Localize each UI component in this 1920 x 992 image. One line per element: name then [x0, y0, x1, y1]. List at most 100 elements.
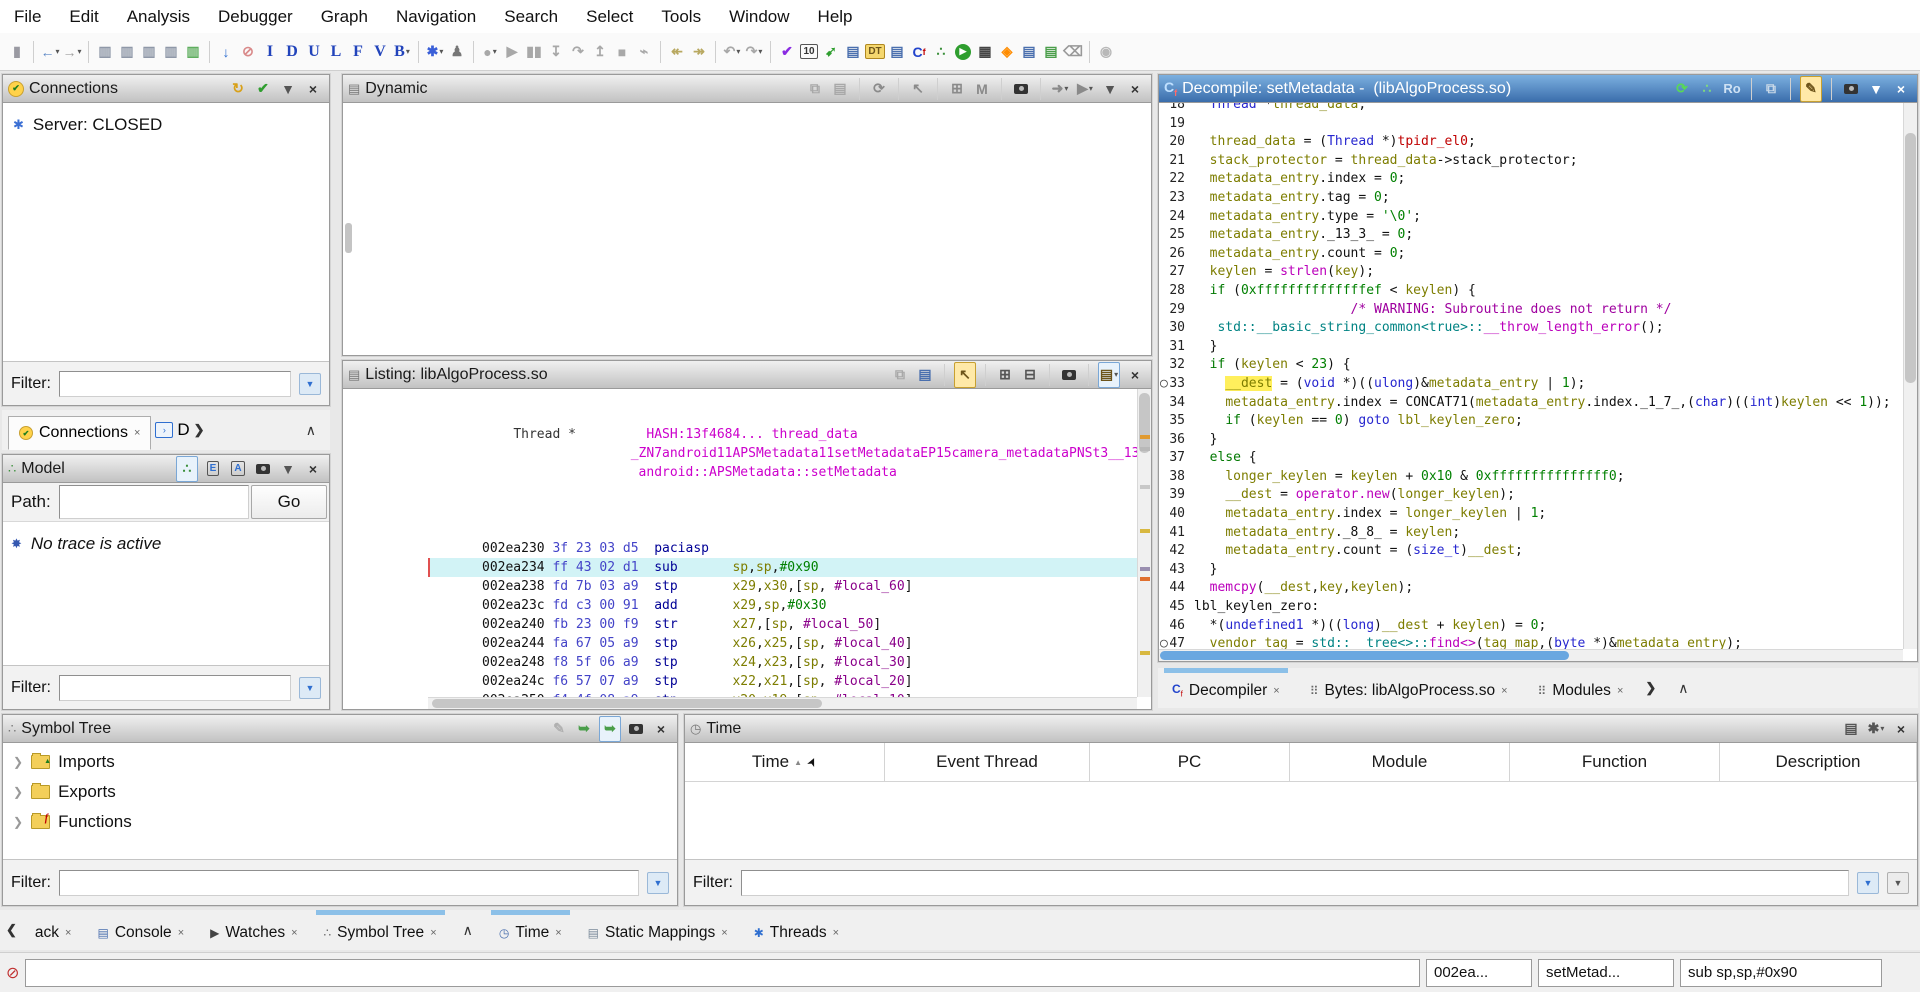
track-v-icon[interactable]: V	[370, 40, 390, 64]
decompile-line[interactable]: 27 keylen = strlen(key);	[1159, 263, 1903, 282]
graph-view-icon[interactable]: ∴	[1697, 77, 1717, 101]
listing-vscrollbar[interactable]	[1137, 389, 1151, 697]
camera-icon[interactable]	[1841, 77, 1861, 101]
emulate-forward-icon[interactable]: ↠	[689, 40, 709, 64]
collapse-icon[interactable]: ∧	[1670, 680, 1696, 697]
close-icon[interactable]: ×	[1125, 77, 1145, 101]
listing-hscrollbar-thumb[interactable]	[432, 699, 822, 708]
enum-table-icon[interactable]: ▤	[887, 40, 907, 64]
decompile-line[interactable]: 34 metadata_entry.index = CONCAT71(metad…	[1159, 394, 1903, 413]
decompile-line[interactable]: ○33 __dest = (void *)((ulong)&metadata_e…	[1159, 375, 1903, 394]
column-header-time[interactable]: Time▲➤	[685, 743, 885, 781]
menu-select[interactable]: Select	[572, 0, 647, 33]
decompile-line[interactable]: 31 }	[1159, 338, 1903, 357]
decompile-line[interactable]: 18 Thread *thread_data;	[1159, 103, 1903, 115]
decompile-line[interactable]: 23 metadata_entry.tag = 0;	[1159, 189, 1903, 208]
tab-modules[interactable]: ⠿Modules×	[1530, 668, 1632, 708]
listing-line[interactable]: 002ea230 3f 23 03 d5 paciasp	[428, 539, 1137, 558]
listing-line[interactable]: android::APSMetadata::setMetadata	[428, 463, 1137, 482]
panel-menu-icon[interactable]: ▼	[278, 457, 298, 481]
patch-binary-icon[interactable]: 10	[799, 40, 819, 64]
track-l-icon[interactable]: L	[326, 40, 346, 64]
model-filter-input[interactable]	[59, 675, 291, 701]
filter-column-icon[interactable]: ▼	[1887, 872, 1909, 894]
decompile-vscrollbar-thumb[interactable]	[1905, 133, 1916, 383]
connect-icon[interactable]: ✔	[253, 77, 273, 101]
listing-line[interactable]	[428, 501, 1137, 520]
scroll-tabs-left-icon[interactable]: ❮	[6, 922, 17, 938]
panel-menu-icon[interactable]: ▼	[1100, 77, 1120, 101]
close-tab-icon[interactable]: ×	[65, 927, 71, 939]
nav-forward-icon[interactable]: →▾	[62, 40, 82, 64]
column-header-description[interactable]: Description	[1720, 743, 1917, 781]
connections-filter-input[interactable]	[59, 371, 291, 397]
listing-line[interactable]	[428, 482, 1137, 501]
import-file-icon[interactable]: ▥	[139, 40, 159, 64]
close-tab-icon[interactable]: ×	[291, 927, 297, 939]
model-tree-icon[interactable]: ∴	[176, 456, 198, 482]
decompile-hscrollbar[interactable]	[1159, 649, 1903, 661]
re-decompile-icon[interactable]: ⟳	[1672, 77, 1692, 101]
camera-icon[interactable]	[253, 457, 273, 481]
dynamic-header[interactable]: ▤ Dynamic ⧉▤⟳↖⊞M➜▾▶▾▼×	[343, 75, 1151, 103]
tab-symbol-tree[interactable]: ∴Symbol Tree×	[316, 910, 445, 950]
compare-snapshots-icon[interactable]: ▤	[1841, 717, 1861, 741]
refresh-connection-icon[interactable]: ↻	[228, 77, 248, 101]
menu-debugger[interactable]: Debugger	[204, 0, 307, 33]
decompile-line[interactable]: 38 longer_keylen = keylen + 0x10 & 0xfff…	[1159, 468, 1903, 487]
tab-decompiler[interactable]: CfDecompiler×	[1164, 668, 1288, 708]
menu-help[interactable]: Help	[804, 0, 867, 33]
tab-watches[interactable]: ▶Watches×	[202, 910, 305, 950]
go-to-symbol-icon[interactable]: ➥	[574, 717, 594, 741]
copy-icon[interactable]: ⧉	[805, 77, 825, 101]
cursor-tracking-icon[interactable]: ↖	[908, 77, 928, 101]
track-f-icon[interactable]: F	[348, 40, 368, 64]
connections-header[interactable]: ✔ Connections ↻✔▼×	[3, 75, 329, 103]
listing-line[interactable]: 002ea234 ff 43 02 d1 sub sp,sp,#0x90	[428, 558, 1137, 577]
column-header-pc[interactable]: PC	[1090, 743, 1290, 781]
export-results-icon[interactable]: ➹	[821, 40, 841, 64]
filter-options-icon[interactable]: ▼	[299, 373, 321, 395]
decompile-line[interactable]: 28 if (0xffffffffffffffef < keylen) {	[1159, 282, 1903, 301]
decompile-vscrollbar[interactable]	[1903, 103, 1917, 649]
camera-icon[interactable]	[626, 717, 646, 741]
column-header-module[interactable]: Module	[1290, 743, 1510, 781]
decompile-line[interactable]: 26 metadata_entry.count = 0;	[1159, 245, 1903, 264]
batch-import-icon[interactable]: ▥	[161, 40, 181, 64]
tab-static-mappings[interactable]: ▤Static Mappings×	[580, 910, 736, 950]
interrupt-icon[interactable]: ▮▮	[524, 40, 544, 64]
step-into-icon[interactable]: ↧	[546, 40, 566, 64]
model-header[interactable]: ∴ Model ∴EA▼×	[3, 455, 329, 483]
close-tab-icon[interactable]: ×	[833, 927, 839, 939]
symbol-tree-header[interactable]: ∴ Symbol Tree ✎➥➥×	[3, 715, 677, 743]
time-header[interactable]: ◷ Time ▤✱▾×	[685, 715, 1917, 743]
debug-attach-icon[interactable]: ♟	[447, 40, 467, 64]
auto-read-icon[interactable]: ▶▾	[1075, 77, 1095, 101]
menu-graph[interactable]: Graph	[307, 0, 382, 33]
close-tab-icon[interactable]: ×	[430, 927, 436, 939]
disconnect-icon[interactable]: ⌁	[634, 40, 654, 64]
tab-ack[interactable]: ack×	[27, 910, 80, 950]
paste-icon[interactable]: ▤	[915, 363, 935, 387]
symbol-references-icon[interactable]: ▤	[1041, 40, 1061, 64]
rename-symbol-icon[interactable]: ✎	[549, 717, 569, 741]
copy-icon[interactable]: ⧉	[890, 363, 910, 387]
cursor-tracking-icon[interactable]: ↖	[954, 362, 976, 388]
filter-options-icon[interactable]: ▼	[299, 677, 321, 699]
panel-menu-icon[interactable]: ▼	[1866, 77, 1886, 101]
close-tab-icon[interactable]: ×	[178, 927, 184, 939]
collapse-icon[interactable]: ∧	[455, 922, 481, 939]
open-locked-icon[interactable]: ▥	[183, 40, 203, 64]
tab-threads[interactable]: ✱Threads×	[746, 910, 847, 950]
sync-listing-icon[interactable]: M	[972, 77, 992, 101]
step-out-icon[interactable]: ↥	[590, 40, 610, 64]
more-tabs-icon[interactable]: ❯	[1645, 680, 1656, 696]
expand-chevron-icon[interactable]: ❯	[13, 755, 23, 769]
redo-icon[interactable]: ↷▾	[744, 40, 764, 64]
close-tab-icon[interactable]: ×	[555, 927, 561, 939]
decompile-line[interactable]: 41 metadata_entry._8_8_ = keylen;	[1159, 524, 1903, 543]
tab-bytes-libalgoprocess-so[interactable]: ⠿Bytes: libAlgoProcess.so×	[1302, 668, 1516, 708]
tab-connections[interactable]: ✔ Connections ×	[8, 416, 151, 450]
decompile-line[interactable]: 32 if (keylen < 23) {	[1159, 356, 1903, 375]
listing-header[interactable]: ▤ Listing: libAlgoProcess.so ⧉▤↖⊞⊟▤▾×	[343, 361, 1151, 389]
